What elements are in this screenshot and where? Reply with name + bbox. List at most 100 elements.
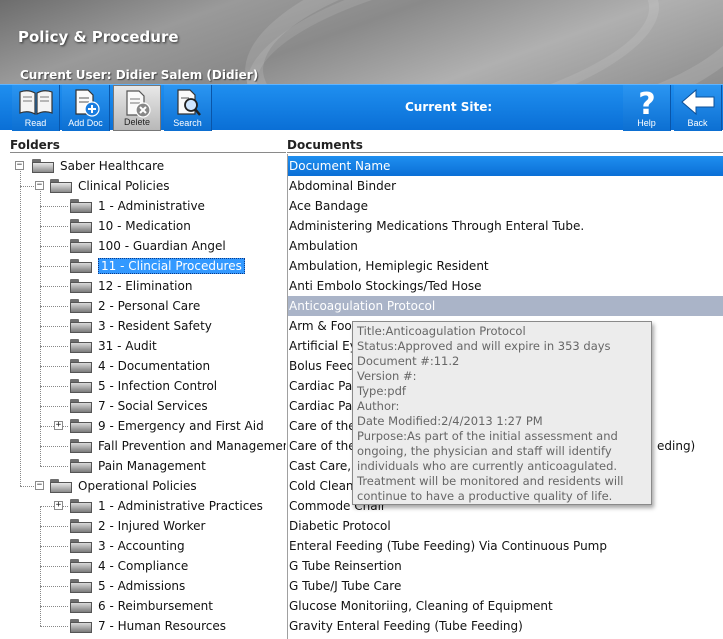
tree-node-clinical-item[interactable]: 3 - Resident Safety	[70, 316, 212, 336]
tree-node-clinical-item[interactable]: 1 - Administrative	[70, 196, 205, 216]
tree-node-label: 7 - Social Services	[98, 399, 208, 413]
tree-node-clinical-item[interactable]: 11 - Clincial Procedures	[70, 256, 245, 276]
tree-line	[40, 246, 68, 247]
tree-node-operational-policies[interactable]: − Operational Policies	[30, 476, 197, 496]
folder-icon	[70, 239, 92, 253]
question-icon: ?	[638, 88, 655, 118]
tooltip-date-modified: Date Modified:2/4/2013 1:27 PM	[357, 414, 543, 428]
tree-node-operational-item[interactable]: 1 - Administrative Practices	[70, 496, 263, 516]
tree-line	[40, 346, 68, 347]
tree-node-operational-item[interactable]: 6 - Reimbursement	[70, 596, 213, 616]
document-row[interactable]: G Tube/J Tube Care	[288, 576, 723, 596]
tree-line	[40, 366, 68, 367]
document-row[interactable]: Anticoagulation Protocol	[288, 296, 723, 316]
tree-node-clinical-item[interactable]: 100 - Guardian Angel	[70, 236, 226, 256]
tree-line	[40, 566, 68, 567]
folders-column-header: Folders	[10, 138, 286, 153]
tree-node-clinical-item[interactable]: 31 - Audit	[70, 336, 157, 356]
tooltip-document-number: Document #:11.2	[357, 354, 460, 368]
tree-node-clinical-item[interactable]: Pain Management	[70, 456, 206, 476]
tree-node-label: 3 - Accounting	[98, 539, 185, 553]
tree-node-label: 1 - Administrative Practices	[98, 499, 263, 513]
search-document-icon	[176, 89, 201, 116]
add-doc-label: Add Doc	[68, 118, 103, 128]
tree-line	[40, 466, 68, 467]
tree-node-clinical-item[interactable]: 7 - Social Services	[70, 396, 208, 416]
documents-column-header: Documents	[287, 138, 723, 153]
folder-icon	[70, 599, 92, 613]
document-row[interactable]: Ambulation	[288, 236, 723, 256]
tree-node-operational-item[interactable]: 2 - Injured Worker	[70, 516, 205, 536]
folder-icon	[70, 399, 92, 413]
expand-icon[interactable]: +	[54, 501, 63, 510]
tree-node-operational-item[interactable]: 4 - Compliance	[70, 556, 188, 576]
tree-node-clinical-item[interactable]: 9 - Emergency and First Aid	[70, 416, 264, 436]
tree-line	[20, 166, 21, 486]
folder-icon	[70, 339, 92, 353]
tree-node-clinical-item[interactable]: 12 - Elimination	[70, 276, 192, 296]
help-button[interactable]: ? Help	[623, 85, 671, 131]
tooltip-type: Type:pdf	[357, 384, 406, 398]
delete-button[interactable]: Delete	[113, 85, 161, 131]
tree-line	[40, 626, 68, 627]
tree-node-label: 4 - Documentation	[98, 359, 211, 373]
document-row[interactable]: Ace Bandage	[288, 196, 723, 216]
document-row[interactable]: Diabetic Protocol	[288, 516, 723, 536]
folder-icon	[70, 259, 92, 273]
tree-node-clinical-policies[interactable]: − Clinical Policies	[30, 176, 169, 196]
folder-icon	[70, 219, 92, 233]
tree-node-operational-item[interactable]: 7 - Human Resources	[70, 616, 226, 636]
tooltip-author: Author:	[357, 399, 400, 413]
tree-node-clinical-item[interactable]: 10 - Medication	[70, 216, 191, 236]
document-row[interactable]: Glucose Monitoriing, Cleaning of Equipme…	[288, 596, 723, 616]
folder-icon	[70, 319, 92, 333]
document-row[interactable]: Administering Medications Through Entera…	[288, 216, 723, 236]
collapse-icon[interactable]: −	[15, 161, 24, 170]
collapse-icon[interactable]: −	[35, 481, 44, 490]
folder-icon	[70, 439, 92, 453]
folder-icon	[70, 359, 92, 373]
document-name-tail: eding)	[657, 439, 696, 453]
tree-line	[40, 546, 68, 547]
folder-icon	[70, 199, 92, 213]
tree-node-label: 3 - Resident Safety	[98, 319, 212, 333]
document-row[interactable]: Enteral Feeding (Tube Feeding) Via Conti…	[288, 536, 723, 556]
add-doc-button[interactable]: Add Doc	[62, 85, 110, 131]
back-arrow-icon	[680, 88, 714, 116]
tree-node-clinical-item[interactable]: 4 - Documentation	[70, 356, 210, 376]
tree-node-clinical-item[interactable]: 5 - Infection Control	[70, 376, 217, 396]
tree-node-label: 5 - Admissions	[98, 579, 186, 593]
tree-node-clinical-item[interactable]: Fall Prevention and Management	[70, 436, 286, 456]
tree-line	[40, 406, 68, 407]
document-name-header[interactable]: Document Name	[288, 156, 723, 176]
folder-icon	[70, 379, 92, 393]
expand-icon[interactable]: +	[54, 421, 63, 430]
tree-line	[40, 446, 68, 447]
tooltip-purpose: Purpose:As part of the initial assessmen…	[357, 429, 624, 503]
document-row[interactable]: Ambulation, Hemiplegic Resident	[288, 256, 723, 276]
search-button[interactable]: Search	[164, 85, 212, 131]
back-button[interactable]: Back	[674, 85, 722, 131]
folder-icon	[70, 619, 92, 633]
folder-icon	[70, 519, 92, 533]
tree-node-label: 10 - Medication	[98, 219, 191, 233]
tree-line	[40, 286, 68, 287]
document-row[interactable]: Abdominal Binder	[288, 176, 723, 196]
tree-node-operational-item[interactable]: 3 - Accounting	[70, 536, 185, 556]
document-row[interactable]: G Tube Reinsertion	[288, 556, 723, 576]
tree-node-label: 5 - Infection Control	[98, 379, 218, 393]
tree-line	[40, 226, 68, 227]
tree-node-label: Operational Policies	[78, 479, 197, 493]
tree-node-clinical-item[interactable]: 2 - Personal Care	[70, 296, 200, 316]
tree-node-operational-item[interactable]: 5 - Admissions	[70, 576, 185, 596]
tree-node-label: 6 - Reimbursement	[98, 599, 213, 613]
collapse-icon[interactable]: −	[35, 181, 44, 190]
tree-node-label: 11 - Clincial Procedures	[98, 258, 245, 274]
document-row[interactable]: Gravity Enteral Feeding (Tube Feeding)	[288, 616, 723, 636]
tree-line	[40, 386, 68, 387]
current-user: Current User: Didier Salem (Didier)	[20, 68, 259, 82]
folder-tree[interactable]: − Saber Healthcare − Clinical Policies 1…	[10, 154, 286, 639]
tree-node-root[interactable]: − Saber Healthcare	[10, 156, 164, 176]
read-button[interactable]: Read	[12, 85, 60, 131]
document-row[interactable]: Anti Embolo Stockings/Ted Hose	[288, 276, 723, 296]
